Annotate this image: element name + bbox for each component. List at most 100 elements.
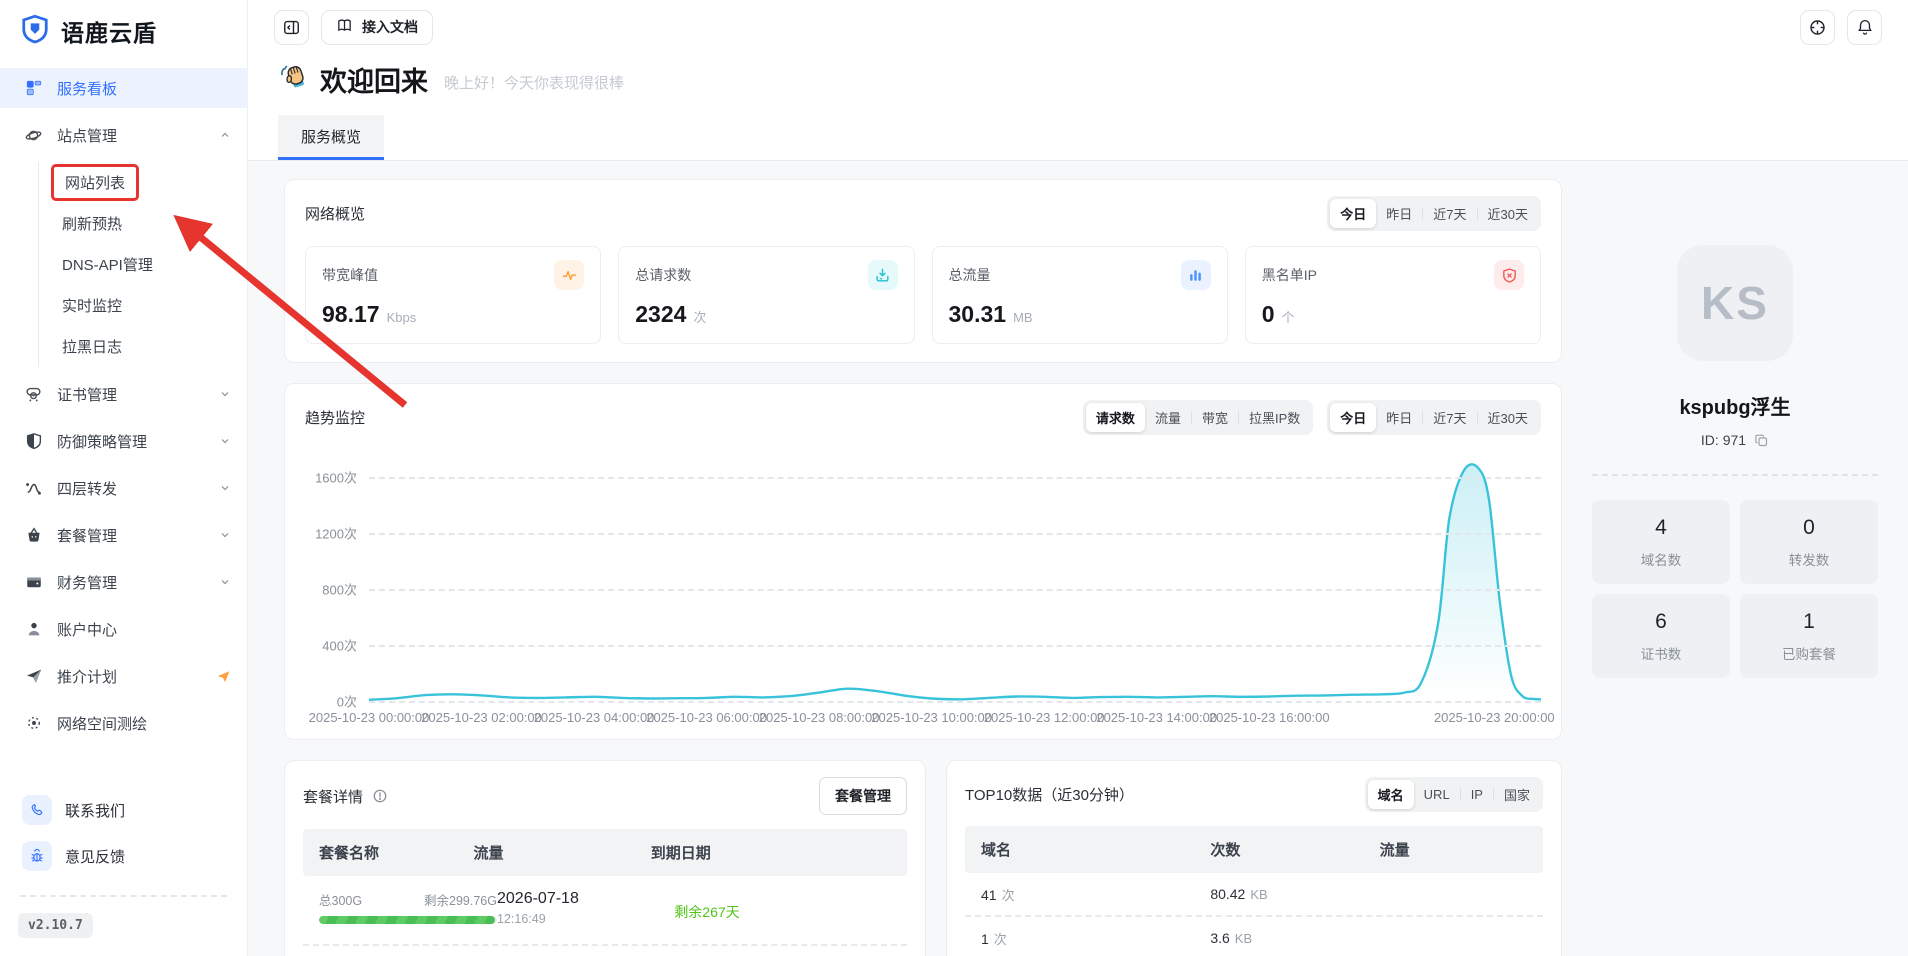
welcome-row: 欢迎回来 晚上好！今天你表现得很棒 xyxy=(248,54,1908,99)
sidebar-subitem-dns-api[interactable]: DNS-API管理 xyxy=(62,244,247,285)
metric-requests[interactable]: 请求数 xyxy=(1086,403,1145,432)
sidebar-item-label: 四层转发 xyxy=(57,478,117,499)
range-yesterday[interactable]: 昨日 xyxy=(1376,403,1422,432)
range-7d[interactable]: 近7天 xyxy=(1423,403,1476,432)
shield-icon xyxy=(24,432,43,451)
sidebar-item-finance[interactable]: 财务管理 xyxy=(0,562,247,602)
annotation-red-box: 网站列表 xyxy=(51,164,139,201)
sidebar-item-label: 网络空间测绘 xyxy=(57,713,147,734)
plan-manage-button[interactable]: 套餐管理 xyxy=(819,777,907,815)
footer-divider xyxy=(20,895,227,897)
top10-card: TOP10数据（近30分钟） 域名 URL IP 国家 域名 xyxy=(946,760,1562,956)
sidebar-item-plans[interactable]: 套餐管理 xyxy=(0,515,247,555)
dim-url[interactable]: URL xyxy=(1414,782,1460,807)
range-7d[interactable]: 近7天 xyxy=(1423,199,1476,228)
version-badge: v2.10.7 xyxy=(18,913,93,938)
sidebar-item-label: 套餐管理 xyxy=(57,525,117,546)
range-yesterday[interactable]: 昨日 xyxy=(1376,199,1422,228)
stat-unit: 次 xyxy=(693,307,706,326)
metric-traffic[interactable]: 流量 xyxy=(1145,403,1191,432)
sidebar-menu: 服务看板 站点管理 网站列表 刷新预热 DNS-API管理 实时监控 拉黑日志 xyxy=(0,62,247,787)
x-tick-label: 2025-10-23 02:00:00 xyxy=(421,710,542,725)
sidebar-subitem-refresh-preheat[interactable]: 刷新预热 xyxy=(62,203,247,244)
bottom-row: 套餐详情 套餐管理 套餐名称 流量 到期日期 xyxy=(284,760,1562,956)
chevron-down-icon xyxy=(219,576,231,588)
bug-icon xyxy=(22,841,52,871)
trend-area-chart xyxy=(369,463,1541,701)
stat-card-total-traffic: 总流量 30.31 MB xyxy=(932,246,1228,344)
sidebar-item-account-center[interactable]: 账户中心 xyxy=(0,609,247,649)
plan-expire-time: 12:16:49 xyxy=(497,912,674,926)
sidebar-item-label: 证书管理 xyxy=(57,384,117,405)
trend-metric-switcher: 请求数 流量 带宽 拉黑IP数 xyxy=(1083,400,1313,435)
radar-icon xyxy=(24,714,43,733)
range-today[interactable]: 今日 xyxy=(1330,199,1376,228)
sidebar-item-cyberspace-mapping[interactable]: 网络空间测绘 xyxy=(0,703,247,743)
stat-unit: MB xyxy=(1013,310,1033,325)
sidebar-item-dashboard[interactable]: 服务看板 xyxy=(0,68,247,108)
plan-detail-card: 套餐详情 套餐管理 套餐名称 流量 到期日期 xyxy=(284,760,926,956)
gridline xyxy=(369,645,1541,647)
notifications-button[interactable] xyxy=(1847,10,1882,45)
plan-remaining: 剩余299.76G xyxy=(424,890,497,909)
dim-domain[interactable]: 域名 xyxy=(1368,780,1414,809)
y-tick-label: 400次 xyxy=(322,636,357,655)
copy-icon[interactable] xyxy=(1754,433,1769,448)
sidebar-item-label: 账户中心 xyxy=(57,619,117,640)
left-column: 网络概览 今日 昨日 近7天 近30天 带宽 xyxy=(284,179,1562,956)
certificate-icon xyxy=(24,385,43,404)
dim-country[interactable]: 国家 xyxy=(1494,780,1540,809)
sidebar-item-layer4-forward[interactable]: 四层转发 xyxy=(0,468,247,508)
plan-days-left: 剩余267天 xyxy=(674,890,891,922)
stat-unit: Kbps xyxy=(387,310,417,325)
range-30d[interactable]: 近30天 xyxy=(1478,199,1538,228)
range-30d[interactable]: 近30天 xyxy=(1478,403,1538,432)
metric-blocked-ip[interactable]: 拉黑IP数 xyxy=(1239,403,1310,432)
metric-bandwidth[interactable]: 带宽 xyxy=(1192,403,1238,432)
docs-button[interactable]: 接入文档 xyxy=(321,10,433,45)
x-tick-label: 2025-10-23 12:00:00 xyxy=(984,710,1105,725)
network-overview-card: 网络概览 今日 昨日 近7天 近30天 带宽 xyxy=(284,179,1562,363)
feedback[interactable]: 意见反馈 xyxy=(0,833,247,879)
dim-ip[interactable]: IP xyxy=(1461,782,1493,807)
welcome-title: 欢迎回来 xyxy=(320,60,428,99)
sidebar-subitem-realtime-monitor[interactable]: 实时监控 xyxy=(62,285,247,326)
profile-id: ID: 971 xyxy=(1701,432,1746,448)
plan-total: 总300G xyxy=(319,890,362,909)
sidebar-item-certificates[interactable]: 证书管理 xyxy=(0,374,247,414)
sidebar-item-sites[interactable]: 站点管理 xyxy=(0,115,247,155)
sidebar-subitem-website-list[interactable]: 网站列表 xyxy=(62,162,247,203)
paper-plane-icon xyxy=(24,667,43,686)
profile-stat-certs: 6 证书数 xyxy=(1592,594,1730,678)
range-today[interactable]: 今日 xyxy=(1330,403,1376,432)
stat-value: 2324 xyxy=(635,301,686,328)
app-root: 语鹿云盾 服务看板 站点管理 网站列表 xyxy=(0,0,1908,956)
top10-table-header: 域名 次数 流量 xyxy=(965,826,1543,873)
welcome-subtitle: 晚上好！今天你表现得很棒 xyxy=(444,66,624,93)
tabs-row: 服务概览 xyxy=(248,99,1908,161)
contact-us[interactable]: 联系我们 xyxy=(0,787,247,833)
trend-chart: 1600次1200次800次400次0次 xyxy=(305,463,1541,701)
y-tick-label: 0次 xyxy=(337,692,357,711)
x-tick-label: 2025-10-23 00:00:00 xyxy=(309,710,430,725)
tab-service-overview[interactable]: 服务概览 xyxy=(278,115,384,160)
content: 网络概览 今日 昨日 近7天 近30天 带宽 xyxy=(248,161,1908,956)
plan-quota-cell: 总300G 剩余299.76G xyxy=(319,890,497,924)
sidebar-item-defense-policy[interactable]: 防御策略管理 xyxy=(0,421,247,461)
book-icon xyxy=(336,17,353,37)
chevron-down-icon xyxy=(219,388,231,400)
fullscreen-button[interactable] xyxy=(1800,10,1835,45)
waving-hand-icon xyxy=(278,61,310,98)
stat-value: 98.17 xyxy=(322,301,380,328)
sidebar-item-referral[interactable]: 推介计划 xyxy=(0,656,247,696)
profile-stat-forwards: 0 转发数 xyxy=(1740,500,1878,584)
profile-panel: KS kspubg浮生 ID: 971 4 域名数 0 转发 xyxy=(1586,179,1884,956)
sidebar-subitem-block-log[interactable]: 拉黑日志 xyxy=(62,326,247,367)
plan-expire-date: 2026-07-18 xyxy=(497,890,674,908)
stat-cards: 带宽峰值 98.17 Kbps xyxy=(305,246,1541,344)
shield-x-icon xyxy=(1494,260,1524,290)
chevron-up-icon xyxy=(219,129,231,141)
collapse-sidebar-button[interactable] xyxy=(274,10,309,45)
y-tick-label: 1200次 xyxy=(315,524,357,543)
stat-label: 黑名单IP xyxy=(1262,265,1317,285)
